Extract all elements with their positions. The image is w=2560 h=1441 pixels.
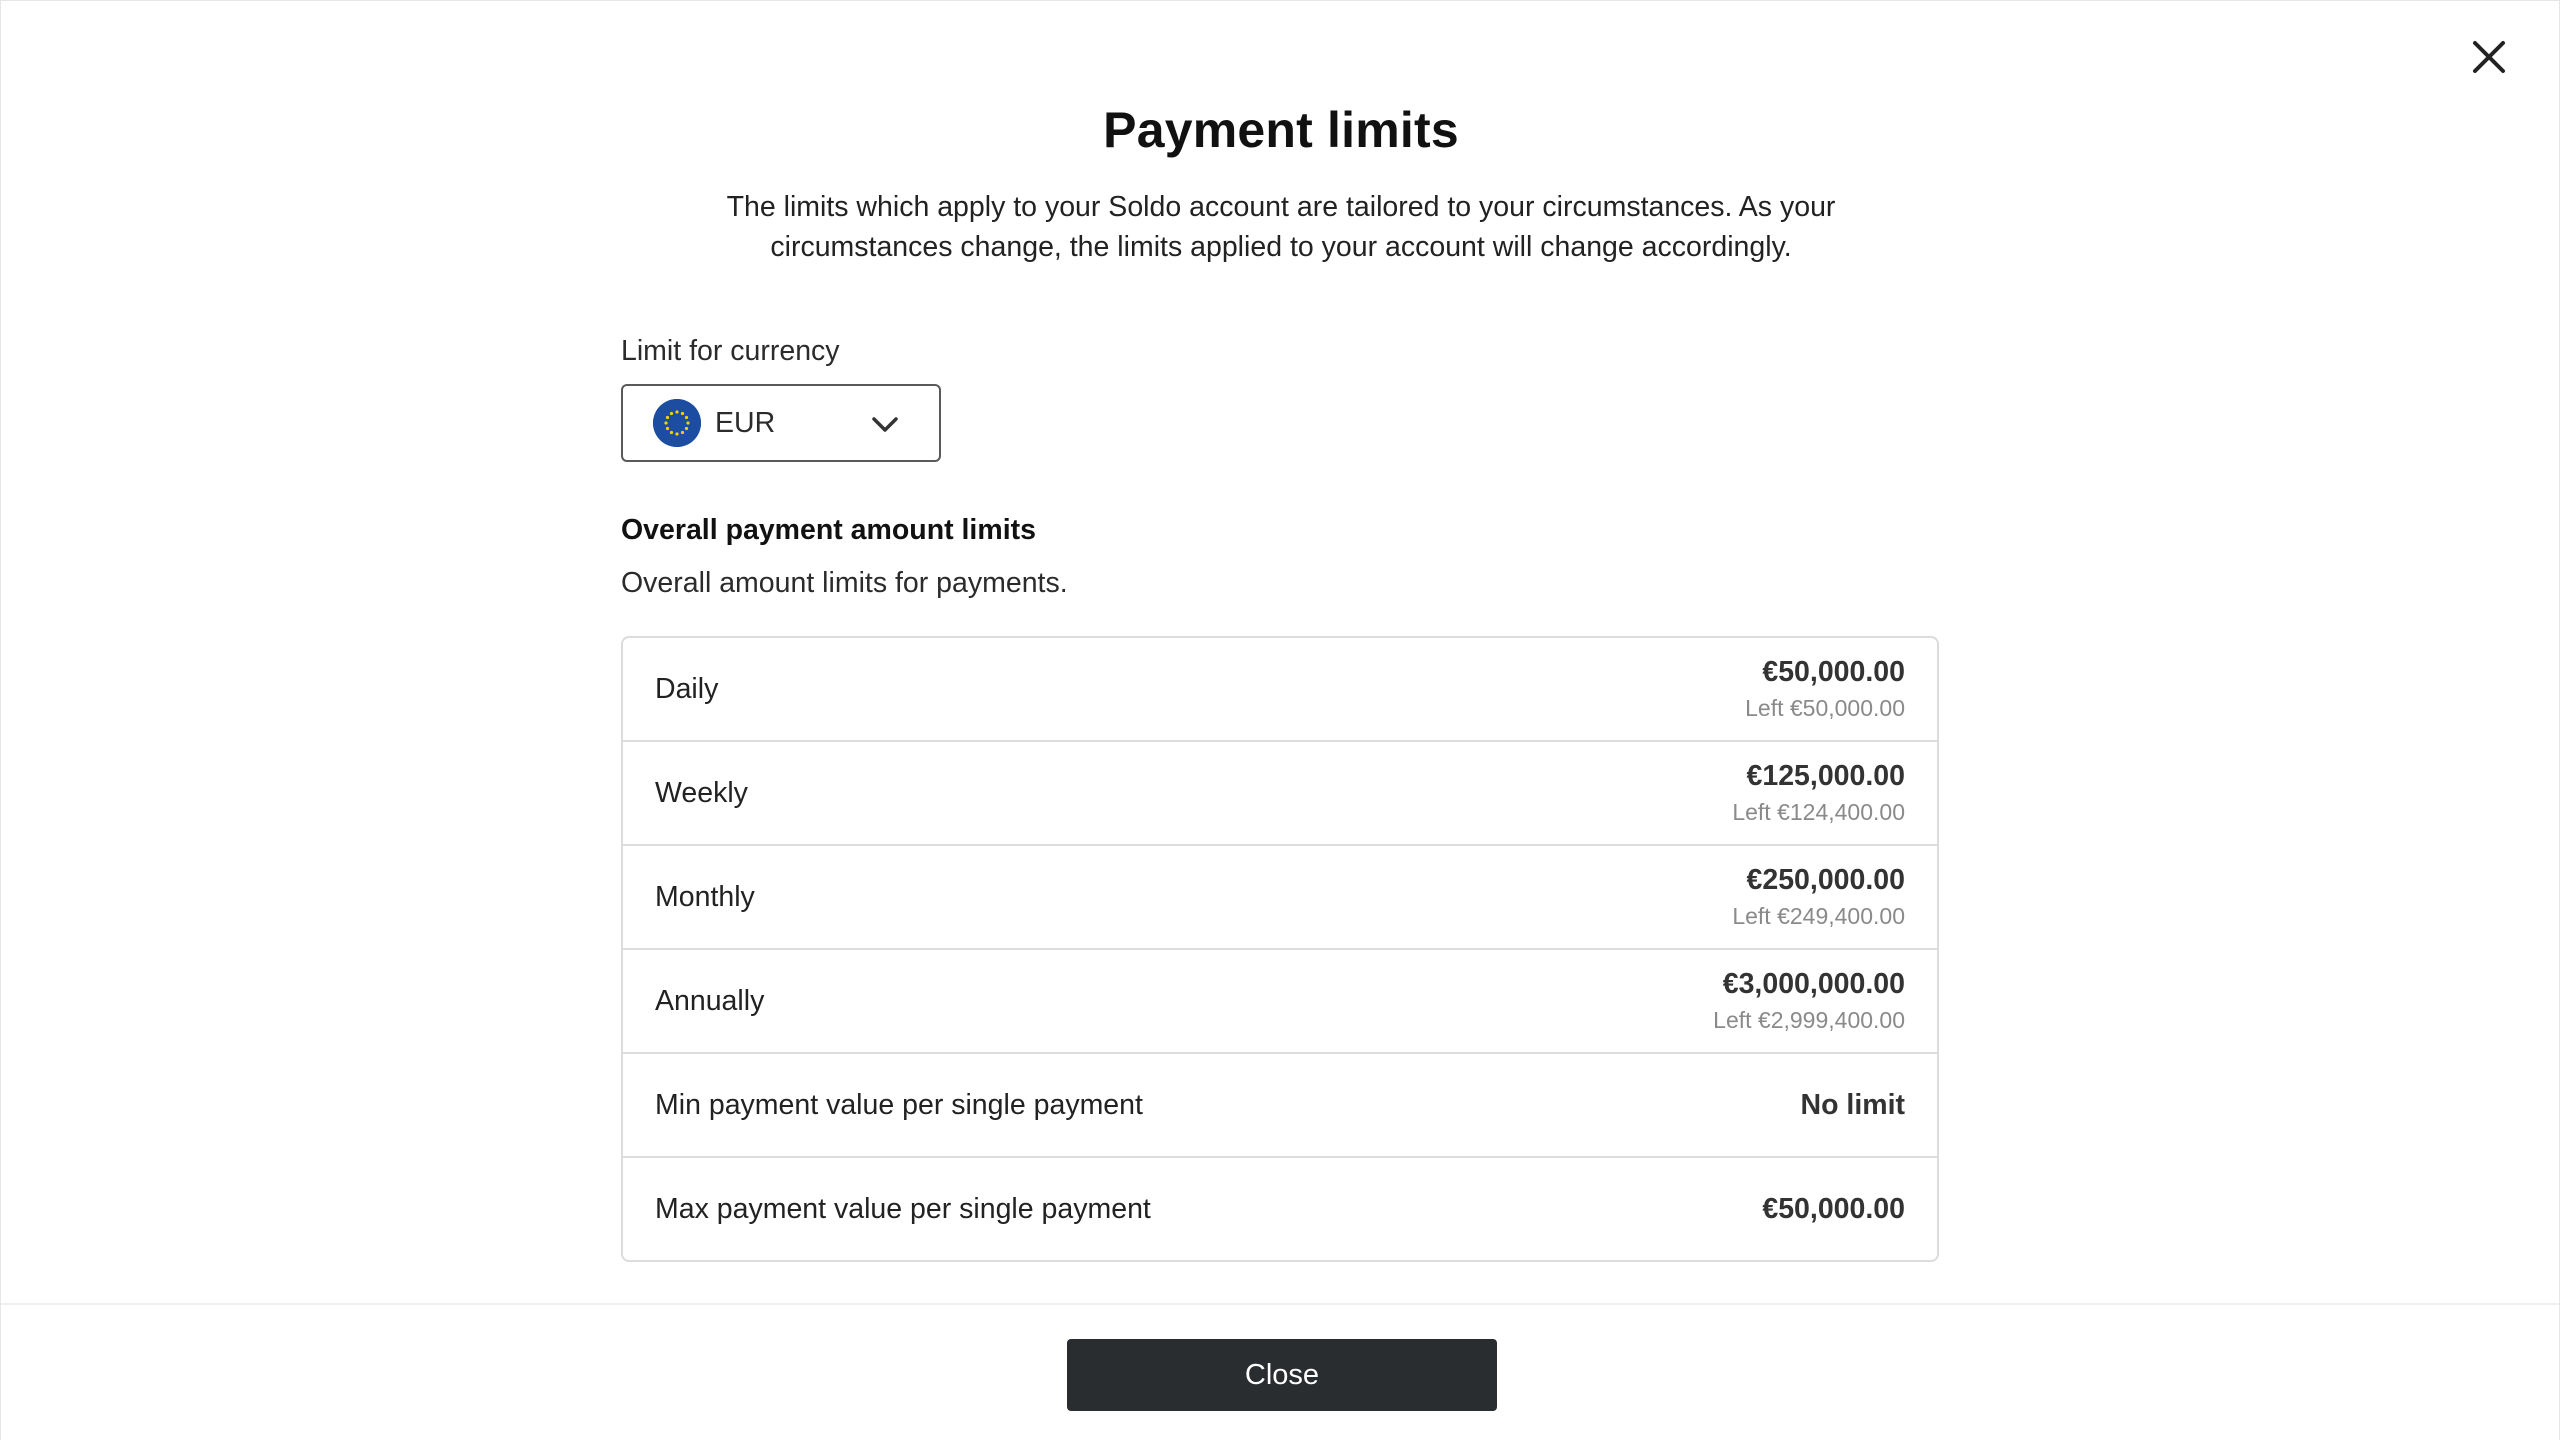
modal-description: The limits which apply to your Soldo acc… xyxy=(726,191,1836,263)
limit-remaining: Left €2,999,400.00 xyxy=(1713,1007,1905,1033)
limit-label: Daily xyxy=(655,672,719,705)
limit-label: Monthly xyxy=(655,880,755,913)
modal-footer: Close xyxy=(1,1303,2559,1441)
currency-label: Limit for currency xyxy=(621,335,840,367)
limit-amount: €50,000.00 xyxy=(1762,1193,1905,1225)
limit-amount: €250,000.00 xyxy=(1746,864,1906,896)
page-title: Payment limits xyxy=(1103,102,1459,158)
limit-label: Min payment value per single payment xyxy=(655,1088,1143,1121)
chevron-down-icon xyxy=(871,412,899,441)
section-title: Overall payment amount limits xyxy=(621,514,1036,546)
limit-label: Weekly xyxy=(655,776,748,809)
limit-values: No limit xyxy=(1801,1087,1906,1123)
limit-values: €250,000.00 Left €249,400.00 xyxy=(1732,862,1905,932)
limit-remaining: Left €50,000.00 xyxy=(1745,695,1905,721)
limit-remaining: Left €249,400.00 xyxy=(1732,903,1905,929)
limit-amount: €125,000.00 xyxy=(1746,760,1906,792)
limit-values: €125,000.00 Left €124,400.00 xyxy=(1732,758,1905,828)
limits-table: Daily €50,000.00 Left €50,000.00 Weekly … xyxy=(621,636,1939,1262)
section-description: Overall amount limits for payments. xyxy=(621,567,1068,599)
currency-select[interactable]: EUR xyxy=(621,384,941,462)
modal-content: Payment limits The limits which apply to… xyxy=(621,1,1941,1262)
limit-row-min-payment: Min payment value per single payment No … xyxy=(623,1054,1937,1158)
limit-values: €50,000.00 Left €50,000.00 xyxy=(1745,654,1905,724)
limit-row-daily: Daily €50,000.00 Left €50,000.00 xyxy=(623,638,1937,742)
limit-row-monthly: Monthly €250,000.00 Left €249,400.00 xyxy=(623,846,1937,950)
limit-remaining: Left €124,400.00 xyxy=(1732,799,1905,825)
limit-amount: €3,000,000.00 xyxy=(1722,968,1905,1000)
limit-values: €3,000,000.00 Left €2,999,400.00 xyxy=(1713,966,1905,1036)
limit-values: €50,000.00 xyxy=(1762,1191,1905,1227)
limit-label: Max payment value per single payment xyxy=(655,1192,1151,1225)
currency-value: EUR xyxy=(715,406,776,439)
close-icon[interactable] xyxy=(2469,37,2509,77)
eu-flag-icon xyxy=(653,399,701,447)
limit-row-max-payment: Max payment value per single payment €50… xyxy=(623,1158,1937,1260)
limit-label: Annually xyxy=(655,984,765,1017)
limit-amount: No limit xyxy=(1800,1089,1906,1121)
payment-limits-modal: Payment limits The limits which apply to… xyxy=(0,0,2560,1441)
limit-row-weekly: Weekly €125,000.00 Left €124,400.00 xyxy=(623,742,1937,846)
limit-row-annually: Annually €3,000,000.00 Left €2,999,400.0… xyxy=(623,950,1937,1054)
close-button[interactable]: Close xyxy=(1067,1339,1497,1411)
limit-amount: €50,000.00 xyxy=(1762,656,1905,688)
